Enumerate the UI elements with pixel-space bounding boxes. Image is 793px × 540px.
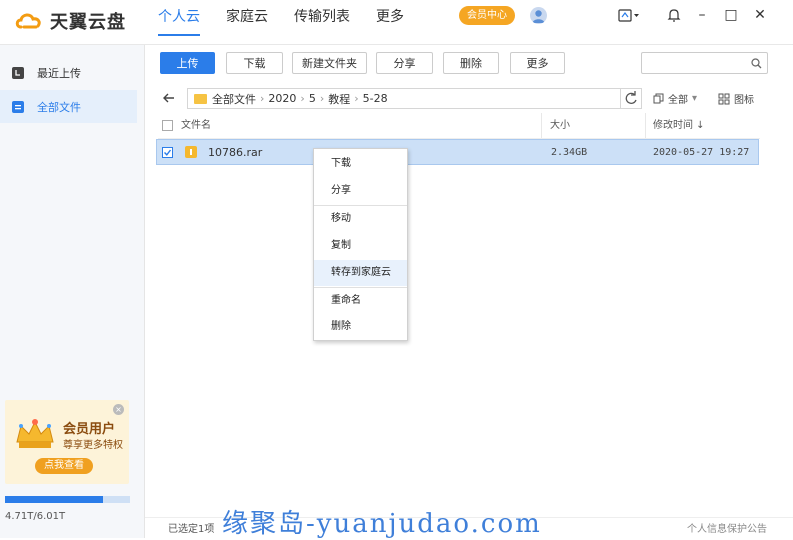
chevron-right-icon: › <box>354 92 359 105</box>
member-center-button[interactable]: 会员中心 <box>459 6 515 25</box>
crown-gift-icon <box>16 419 54 448</box>
recent-upload-icon <box>12 66 24 79</box>
view-toggle[interactable]: 图标 <box>718 91 754 106</box>
sidebar-item-label: 最近上传 <box>37 66 81 80</box>
back-arrow-icon[interactable] <box>161 90 177 106</box>
view-label: 图标 <box>734 95 754 106</box>
cloud-logo-icon <box>15 13 41 29</box>
tab-transfer-list[interactable]: 传输列表 <box>294 8 350 34</box>
search-icon <box>751 58 762 69</box>
grid-view-icon <box>718 93 730 104</box>
column-header-size[interactable]: 大小 <box>550 117 570 134</box>
column-divider <box>541 113 542 138</box>
user-icon <box>532 10 545 23</box>
sidebar-item-label: 全部文件 <box>37 100 81 114</box>
copy-icon <box>653 93 664 104</box>
breadcrumb: 全部文件 › 2020 › 5 › 教程 › 5-28 <box>187 88 642 109</box>
filter-dropdown[interactable]: 全部 ▾ <box>653 91 697 106</box>
promo-close-icon[interactable]: × <box>113 404 124 415</box>
tab-personal-cloud[interactable]: 个人云 <box>158 8 200 36</box>
more-button[interactable]: 更多 <box>510 52 565 74</box>
storage-progress-bar <box>5 496 130 503</box>
sidebar-item-recent-upload[interactable]: 最近上传 <box>0 56 137 89</box>
storage-usage-text: 4.71T/6.01T <box>5 511 66 522</box>
file-modified: 2020-05-27 19:27 <box>653 147 750 158</box>
chevron-right-icon: › <box>260 92 265 105</box>
watermark: 缘聚岛-yuanjudao.com <box>222 509 542 539</box>
selection-status: 已选定1项 <box>168 524 215 535</box>
avatar[interactable] <box>530 7 547 24</box>
close-button[interactable]: ✕ <box>750 5 770 25</box>
minimize-button[interactable]: – <box>692 5 712 25</box>
privacy-notice-link[interactable]: 个人信息保护公告 <box>687 520 767 535</box>
rar-file-icon <box>185 146 197 158</box>
column-divider <box>645 113 646 138</box>
file-name[interactable]: 10786.rar <box>208 146 262 159</box>
bell-icon[interactable] <box>666 7 682 23</box>
tab-family-cloud[interactable]: 家庭云 <box>226 8 268 34</box>
storage-progress-fill <box>5 496 103 503</box>
row-checkbox[interactable] <box>162 147 173 158</box>
check-icon <box>164 149 172 156</box>
upload-button[interactable]: 上传 <box>160 52 215 74</box>
menu-item-rename[interactable]: 重命名 <box>314 288 407 314</box>
folder-icon <box>194 93 207 104</box>
app-logo[interactable]: 天翼云盘 <box>14 7 126 35</box>
promo-view-button[interactable]: 点我查看 <box>35 458 93 474</box>
menu-item-share[interactable]: 分享 <box>314 178 407 204</box>
sidebar-item-all-files[interactable]: 全部文件 <box>0 90 137 123</box>
chevron-down-icon: ▾ <box>692 93 698 104</box>
column-header-name[interactable]: 文件名 <box>181 117 211 134</box>
share-button[interactable]: 分享 <box>376 52 433 74</box>
breadcrumb-item[interactable]: 2020 <box>268 92 296 105</box>
promo-subtitle: 尊享更多特权 <box>63 440 123 451</box>
download-button[interactable]: 下载 <box>226 52 283 74</box>
refresh-button[interactable] <box>620 89 641 108</box>
member-promo-banner[interactable]: × 会员用户 尊享更多特权 点我查看 <box>5 400 129 484</box>
menu-item-download[interactable]: 下载 <box>314 151 407 177</box>
context-menu: 下载 分享 移动 复制 转存到家庭云 重命名 删除 <box>313 148 408 341</box>
maximize-button[interactable]: □ <box>721 5 741 25</box>
chevron-right-icon: › <box>300 92 305 105</box>
select-all-checkbox[interactable] <box>162 120 173 131</box>
refresh-icon <box>625 91 637 104</box>
new-folder-button[interactable]: 新建文件夹 <box>292 52 367 74</box>
menu-item-save-to-family-cloud[interactable]: 转存到家庭云 <box>314 260 407 286</box>
file-size: 2.34GB <box>551 147 588 158</box>
table-row[interactable]: 10786.rar 2.34GB 2020-05-27 19:27 <box>156 139 759 165</box>
delete-button[interactable]: 删除 <box>443 52 499 74</box>
search-input[interactable] <box>641 52 768 74</box>
all-files-icon <box>12 100 24 113</box>
menu-item-move[interactable]: 移动 <box>314 206 407 232</box>
promo-title: 会员用户 <box>63 422 116 437</box>
tab-more[interactable]: 更多 <box>376 8 404 34</box>
menu-item-copy[interactable]: 复制 <box>314 233 407 259</box>
skin-icon[interactable] <box>618 8 640 24</box>
chevron-right-icon: › <box>319 92 325 105</box>
filter-label: 全部 <box>668 95 688 106</box>
menu-item-delete[interactable]: 删除 <box>314 314 407 340</box>
breadcrumb-item[interactable]: 5-28 <box>363 92 388 105</box>
app-title: 天翼云盘 <box>50 12 126 33</box>
breadcrumb-item[interactable]: 教程 <box>328 91 350 107</box>
breadcrumb-item[interactable]: 全部文件 <box>212 91 256 107</box>
breadcrumb-item[interactable]: 5 <box>309 92 316 105</box>
column-header-modified[interactable]: 修改时间 ↓ <box>653 117 705 134</box>
